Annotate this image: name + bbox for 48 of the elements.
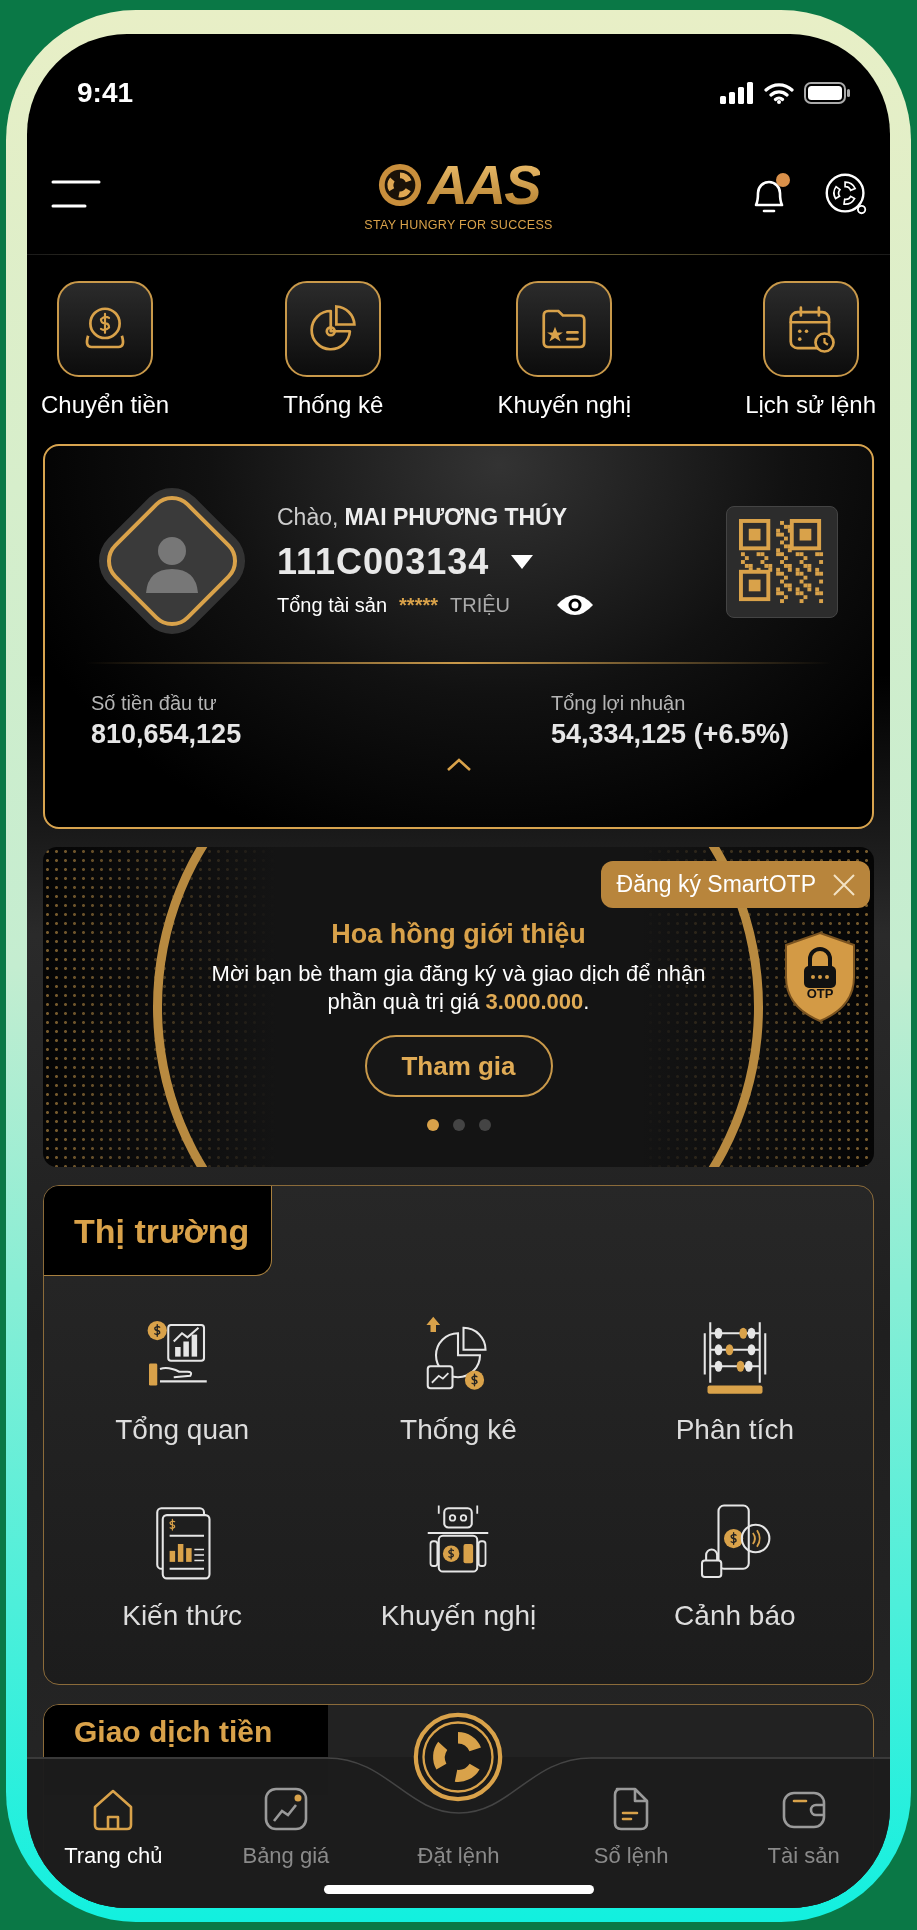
caret-icon[interactable]: [511, 555, 534, 569]
banner-text: Mời bạn bè tham gia đăng ký và giao dịch để nhận phần quà trị giá 3.000.000.: [210, 960, 707, 1015]
wifi-icon: [764, 82, 794, 104]
market-shortcut[interactable]: Phân tích: [596, 1314, 873, 1446]
nav-tab[interactable]: Sổ lệnh: [544, 1785, 718, 1869]
quick-action-button[interactable]: Chuyển tiền: [41, 281, 170, 444]
signal-icon: [720, 82, 754, 104]
carousel-dot[interactable]: [426, 1119, 439, 1131]
quick-action-button[interactable]: Lịch sử lệnh: [745, 281, 876, 444]
market-shortcut[interactable]: Kiến thức: [44, 1500, 321, 1632]
shield-lock-icon[interactable]: [782, 931, 858, 1023]
eye-icon[interactable]: [556, 593, 594, 617]
market-shortcut[interactable]: Cảnh báo: [596, 1500, 873, 1632]
market-shortcut[interactable]: Tổng quan: [44, 1314, 321, 1446]
assets-unit: TRIỆU: [450, 593, 510, 617]
nav-tab[interactable]: Tài sản: [717, 1785, 890, 1869]
banner-title: Hoa hồng giới thiệu: [331, 919, 586, 950]
nav-tab[interactable]: Bảng giá: [199, 1785, 373, 1869]
swirl-logo-icon: [377, 162, 424, 208]
nav-tab[interactable]: Trang chủ: [27, 1785, 200, 1869]
profit-label: Tổng lợi nhuận: [551, 692, 687, 715]
section-title: Giao dịch tiền: [74, 1715, 273, 1748]
greeting-text: Chào,: [277, 504, 339, 530]
battery-icon: [804, 82, 850, 104]
logo-tagline: STAY HUNGRY FOR SUCCESS: [364, 218, 553, 232]
chevron-up-icon[interactable]: [445, 758, 472, 772]
close-icon[interactable]: [832, 872, 856, 897]
tooltip-text: Đăng ký SmartOTP: [616, 871, 816, 898]
account-number: 111C003134: [277, 541, 490, 583]
status-time: 9:41: [77, 77, 134, 109]
profit-value: 54,334,125 (+6.5%): [551, 719, 790, 750]
section-title: Thị trường: [44, 1186, 272, 1276]
assets-label: Tổng tài sản: [277, 593, 388, 617]
join-button[interactable]: Tham gia: [364, 1035, 553, 1097]
qr-code-icon[interactable]: [739, 519, 825, 605]
otp-label: OTP: [805, 986, 835, 1001]
menu-icon[interactable]: [51, 179, 101, 209]
user-name: MAI PHƯƠNG THÚY: [344, 504, 568, 530]
nav-tab[interactable]: Đặt lệnh: [372, 1711, 545, 1869]
hidden-assets-value: *****: [399, 593, 438, 617]
market-shortcut[interactable]: Thống kê: [320, 1314, 597, 1446]
carousel-dot[interactable]: [452, 1119, 465, 1131]
invest-value: 810,654,125: [91, 719, 243, 750]
invest-label: Số tiền đầu tư: [91, 692, 218, 715]
market-shortcut[interactable]: Khuyến nghị: [320, 1500, 597, 1632]
carousel-dot[interactable]: [478, 1119, 491, 1131]
quick-action-button[interactable]: Khuyến nghị: [497, 281, 631, 444]
swirl-icon[interactable]: [824, 172, 868, 216]
